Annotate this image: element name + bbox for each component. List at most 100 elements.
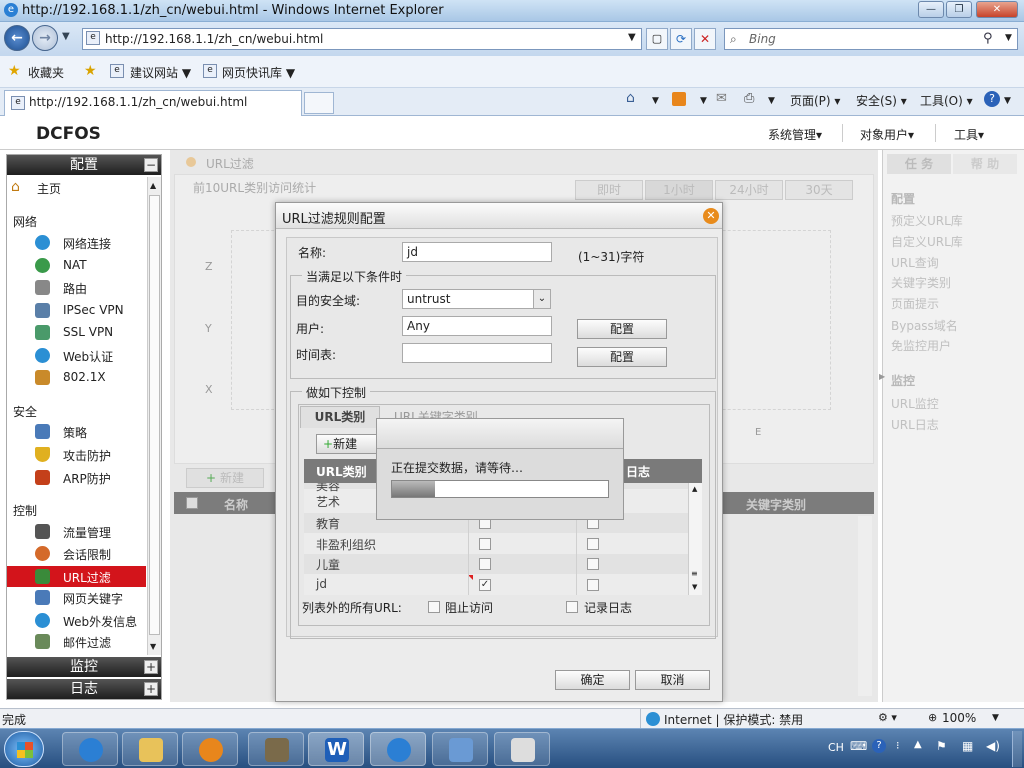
others-log-checkbox[interactable] [566,601,578,613]
sidebar-monitor-header[interactable]: 监控 + [7,657,161,677]
zone-select[interactable]: untrust ⌄ [402,289,551,309]
sidebar-item-network-connection[interactable]: 网络连接 [35,233,147,253]
compatibility-icon[interactable]: ▢ [646,28,668,50]
table-row[interactable]: jd ✓ [304,575,688,595]
tab-realtime[interactable]: 即时 [575,180,643,200]
ok-button[interactable]: 确定 [555,670,630,690]
sidebar-item-policy[interactable]: 策略 [35,422,147,442]
schedule-field[interactable] [402,343,552,363]
language-indicator[interactable]: CH [828,741,844,754]
help-dropdown-icon[interactable]: ▼ [1004,96,1011,106]
others-block-checkbox[interactable] [428,601,440,613]
scroll-up-icon[interactable]: ▲ [150,181,156,190]
feeds-icon[interactable] [672,92,686,106]
taskbar-ie[interactable] [62,732,118,766]
block-checkbox-checked[interactable]: ✓ [479,579,491,591]
expand-icon[interactable]: + [144,682,158,696]
task-exempt-users[interactable]: 免监控用户 [891,337,951,354]
tray-expand-icon[interactable]: ▲ [914,739,922,750]
home-dropdown-icon[interactable]: ▼ [652,96,659,106]
task-page-prompt[interactable]: 页面提示 [891,295,939,312]
user-config-button[interactable]: 配置 [577,319,667,339]
tab-help[interactable]: 帮 助 [953,154,1017,174]
sidebar-config-header[interactable]: 配置 − [7,155,161,175]
action-center-icon[interactable]: ⚑ [936,739,947,753]
address-text[interactable]: http://192.168.1.1/zh_cn/webui.html [105,32,323,46]
search-box[interactable]: ⌕ Bing ⚲ ▼ [724,28,1018,50]
taskbar-media-player[interactable] [182,732,238,766]
collapse-icon[interactable]: − [144,158,158,172]
page-menu[interactable]: 页面(P) ▾ [790,92,840,109]
zoom-level[interactable]: 100% [942,711,976,725]
schedule-config-button[interactable]: 配置 [577,347,667,367]
minimize-button[interactable]: — [918,1,944,18]
sidebar-item-url-filter[interactable]: URL过滤 [35,567,147,587]
sidebar-item-web-auth[interactable]: Web认证 [35,346,147,366]
sidebar-log-header[interactable]: 日志 + [7,679,161,699]
help-tray-icon[interactable]: ? [872,739,886,753]
browser-tab-active[interactable]: e http://192.168.1.1/zh_cn/webui.html [4,90,302,116]
sidebar-item-attack-defense[interactable]: 攻击防护 [35,445,147,465]
dialog-close-icon[interactable]: ✕ [703,208,719,224]
add-favorite-icon[interactable]: ★ [84,63,97,79]
sidebar-item-home[interactable]: 主页 [37,180,61,197]
sidebar-item-session-limit[interactable]: 会话限制 [35,544,147,564]
search-dropdown-icon[interactable]: ▼ [1005,33,1012,43]
table-row[interactable]: 儿童 [304,554,688,574]
menu-object-users[interactable]: 对象用户▾ [860,126,914,143]
network-tray-icon[interactable]: ▦ [962,739,973,753]
log-checkbox[interactable] [587,538,599,550]
task-url-log[interactable]: URL日志 [891,416,939,433]
show-desktop-button[interactable] [1012,731,1022,767]
category-table-scrollbar[interactable]: ▲ ≡ ▼ [688,483,702,595]
sidebar-item-traffic-management[interactable]: 流量管理 [35,522,147,542]
history-dropdown-icon[interactable]: ▼ [62,31,70,42]
task-bypass-domain[interactable]: Bypass域名 [891,317,958,334]
forward-button[interactable]: → [32,25,58,51]
sidebar-scrollbar[interactable]: ▲ ▼ [147,177,161,655]
print-dropdown-icon[interactable]: ▼ [768,96,775,106]
zoom-icon[interactable]: ⊕ [928,711,937,724]
tab-24hour[interactable]: 24小时 [715,180,783,200]
refresh-icon[interactable]: ⟳ [670,28,692,50]
task-predefined-url-db[interactable]: 预定义URL库 [891,212,963,229]
tab-task[interactable]: 任 务 [887,154,951,174]
sidebar-item-web-outgoing[interactable]: Web外发信息 [35,611,147,631]
user-field[interactable]: Any [402,316,552,336]
protected-mode-icon[interactable]: ⚙ ▾ [878,711,897,724]
sidebar-item-nat[interactable]: NAT [35,256,147,276]
task-url-query[interactable]: URL查询 [891,254,939,271]
block-checkbox[interactable] [479,558,491,570]
back-button[interactable]: ← [4,25,30,51]
zoom-dropdown-icon[interactable]: ▼ [992,713,999,723]
table-row[interactable]: 非盈利组织 [304,534,688,554]
scroll-thumb[interactable] [149,195,160,635]
task-url-monitor[interactable]: URL监控 [891,395,939,412]
taskbar-ie-active[interactable] [370,732,426,766]
help-icon[interactable]: ? [984,91,1000,107]
ime-icon[interactable]: ⁝ [896,739,900,752]
log-checkbox[interactable] [587,558,599,570]
taskbar-wps[interactable]: W [308,732,364,766]
menu-tools[interactable]: 工具▾ [954,126,984,143]
taskbar-network-tool[interactable] [494,732,550,766]
sidebar-item-ssl-vpn[interactable]: SSL VPN [35,323,147,343]
stop-icon[interactable]: ✕ [694,28,716,50]
task-keyword-category[interactable]: 关键字类别 [891,274,951,291]
print-icon[interactable]: ⎙ [744,91,754,106]
keyboard-icon[interactable]: ⌨ [850,739,867,753]
sidebar-item-mail-filter[interactable]: 邮件过滤 [35,632,147,652]
panel-collapse-icon[interactable]: ▶ [879,372,885,381]
web-slice-gallery-link[interactable]: 网页快讯库 ▼ [222,64,295,81]
block-checkbox[interactable] [479,538,491,550]
favorites-button[interactable]: 收藏夹 [28,64,64,81]
log-checkbox[interactable] [587,579,599,591]
close-window-button[interactable]: ✕ [976,1,1018,18]
sidebar-item-8021x[interactable]: 802.1X [35,368,147,388]
sidebar-item-ipsec-vpn[interactable]: IPSec VPN [35,301,147,321]
chevron-down-icon[interactable]: ⌄ [533,290,550,308]
suggested-sites-link[interactable]: 建议网站 ▼ [130,64,191,81]
tools-menu[interactable]: 工具(O) ▾ [920,92,973,109]
maximize-button[interactable]: ❐ [946,1,972,18]
new-tab-button[interactable] [304,92,334,114]
